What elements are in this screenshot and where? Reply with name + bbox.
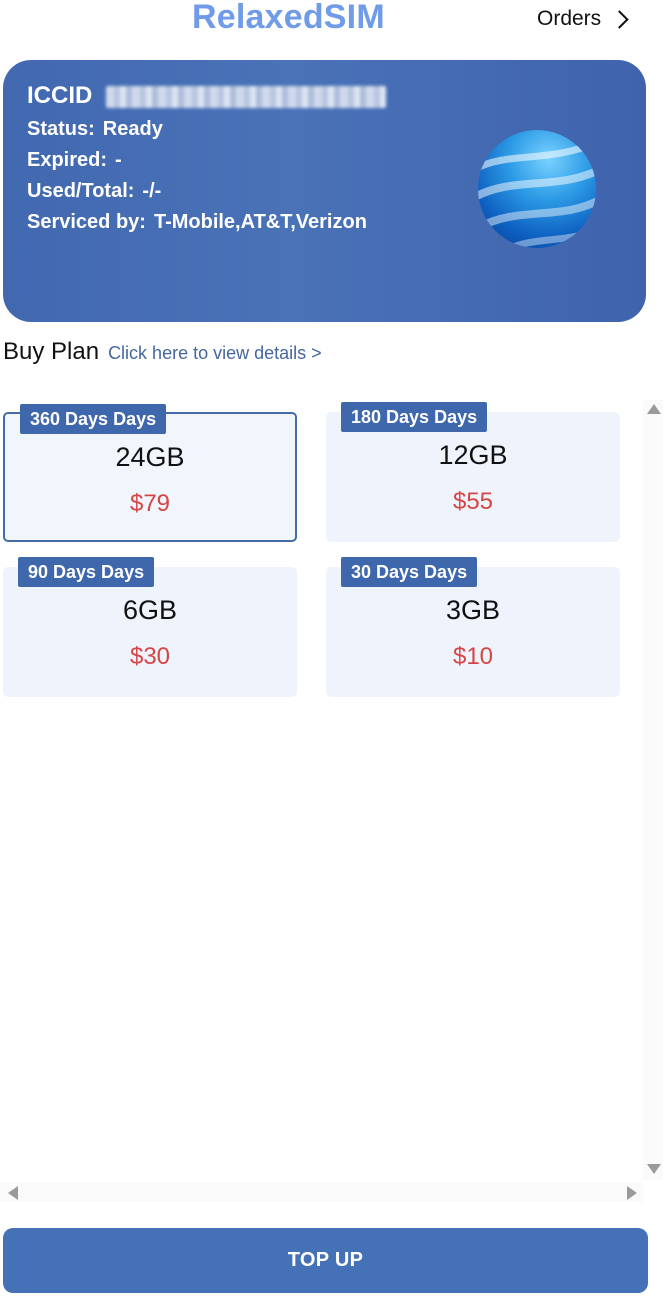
expired-value: - xyxy=(115,149,122,171)
status-row: Status: Ready xyxy=(27,118,163,141)
top-up-button[interactable]: TOP UP xyxy=(3,1228,648,1293)
brand-logo: RelaxedSIM xyxy=(192,0,385,36)
plan-duration-badge: 360 Days Days xyxy=(20,404,167,434)
plan-list: 360 Days Days 24GB $79 180 Days Days 12G… xyxy=(0,392,640,1182)
expired-label: Expired: xyxy=(27,149,108,171)
iccid-row: ICCID xyxy=(27,82,387,110)
status-label: Status: xyxy=(27,118,95,140)
carriers-value: T-Mobile,AT&T,Verizon xyxy=(153,211,367,233)
view-details-link[interactable]: Click here to view details > xyxy=(108,343,322,364)
plan-data-amount: 24GB xyxy=(115,442,185,472)
buy-plan-title: Buy Plan xyxy=(3,338,100,365)
carriers-row: Serviced by: T-Mobile,AT&T,Verizon xyxy=(27,211,367,234)
usage-value: -/- xyxy=(142,180,162,202)
plan-card-30-days[interactable]: 30 Days Days 3GB $10 xyxy=(326,557,620,697)
plan-card-360-days[interactable]: 360 Days Days 24GB $79 xyxy=(3,404,297,542)
plan-card-180-days[interactable]: 180 Days Days 12GB $55 xyxy=(326,402,620,542)
expired-row: Expired: - xyxy=(27,149,122,172)
scroll-left-arrow-icon[interactable] xyxy=(8,1186,18,1200)
plan-price: $10 xyxy=(452,643,494,670)
plan-price: $30 xyxy=(129,643,171,670)
orders-label: Orders xyxy=(537,7,602,30)
orders-link[interactable]: Orders xyxy=(537,7,629,31)
plan-data-amount: 6GB xyxy=(122,595,178,625)
iccid-label: ICCID xyxy=(27,82,93,109)
scroll-right-arrow-icon[interactable] xyxy=(627,1186,637,1200)
sim-info-card: ICCID Status: Ready Expired: - Used/Total:… xyxy=(3,60,646,322)
buy-plan-header: Buy Plan Click here to view details > xyxy=(3,338,322,366)
plan-price: $79 xyxy=(129,490,171,517)
globe-icon xyxy=(478,130,596,248)
scroll-up-arrow-icon[interactable] xyxy=(647,404,661,414)
carriers-label: Serviced by: xyxy=(27,211,146,233)
app-header: RelaxedSIM Orders xyxy=(0,0,663,40)
plan-data-amount: 12GB xyxy=(438,440,508,470)
plan-price: $55 xyxy=(452,488,494,515)
vertical-scrollbar[interactable] xyxy=(643,400,663,1180)
plan-duration-badge: 90 Days Days xyxy=(18,557,155,587)
plan-card-90-days[interactable]: 90 Days Days 6GB $30 xyxy=(3,557,297,697)
plan-data-amount: 3GB xyxy=(445,595,501,625)
usage-label: Used/Total: xyxy=(27,180,135,202)
iccid-value-redacted xyxy=(106,85,387,108)
scroll-down-arrow-icon[interactable] xyxy=(647,1164,661,1174)
chevron-right-icon xyxy=(610,9,629,29)
status-value: Ready xyxy=(102,118,163,140)
horizontal-scrollbar[interactable] xyxy=(0,1182,643,1202)
usage-row: Used/Total: -/- xyxy=(27,180,161,203)
plan-duration-badge: 30 Days Days xyxy=(341,557,478,587)
plan-duration-badge: 180 Days Days xyxy=(341,402,488,432)
